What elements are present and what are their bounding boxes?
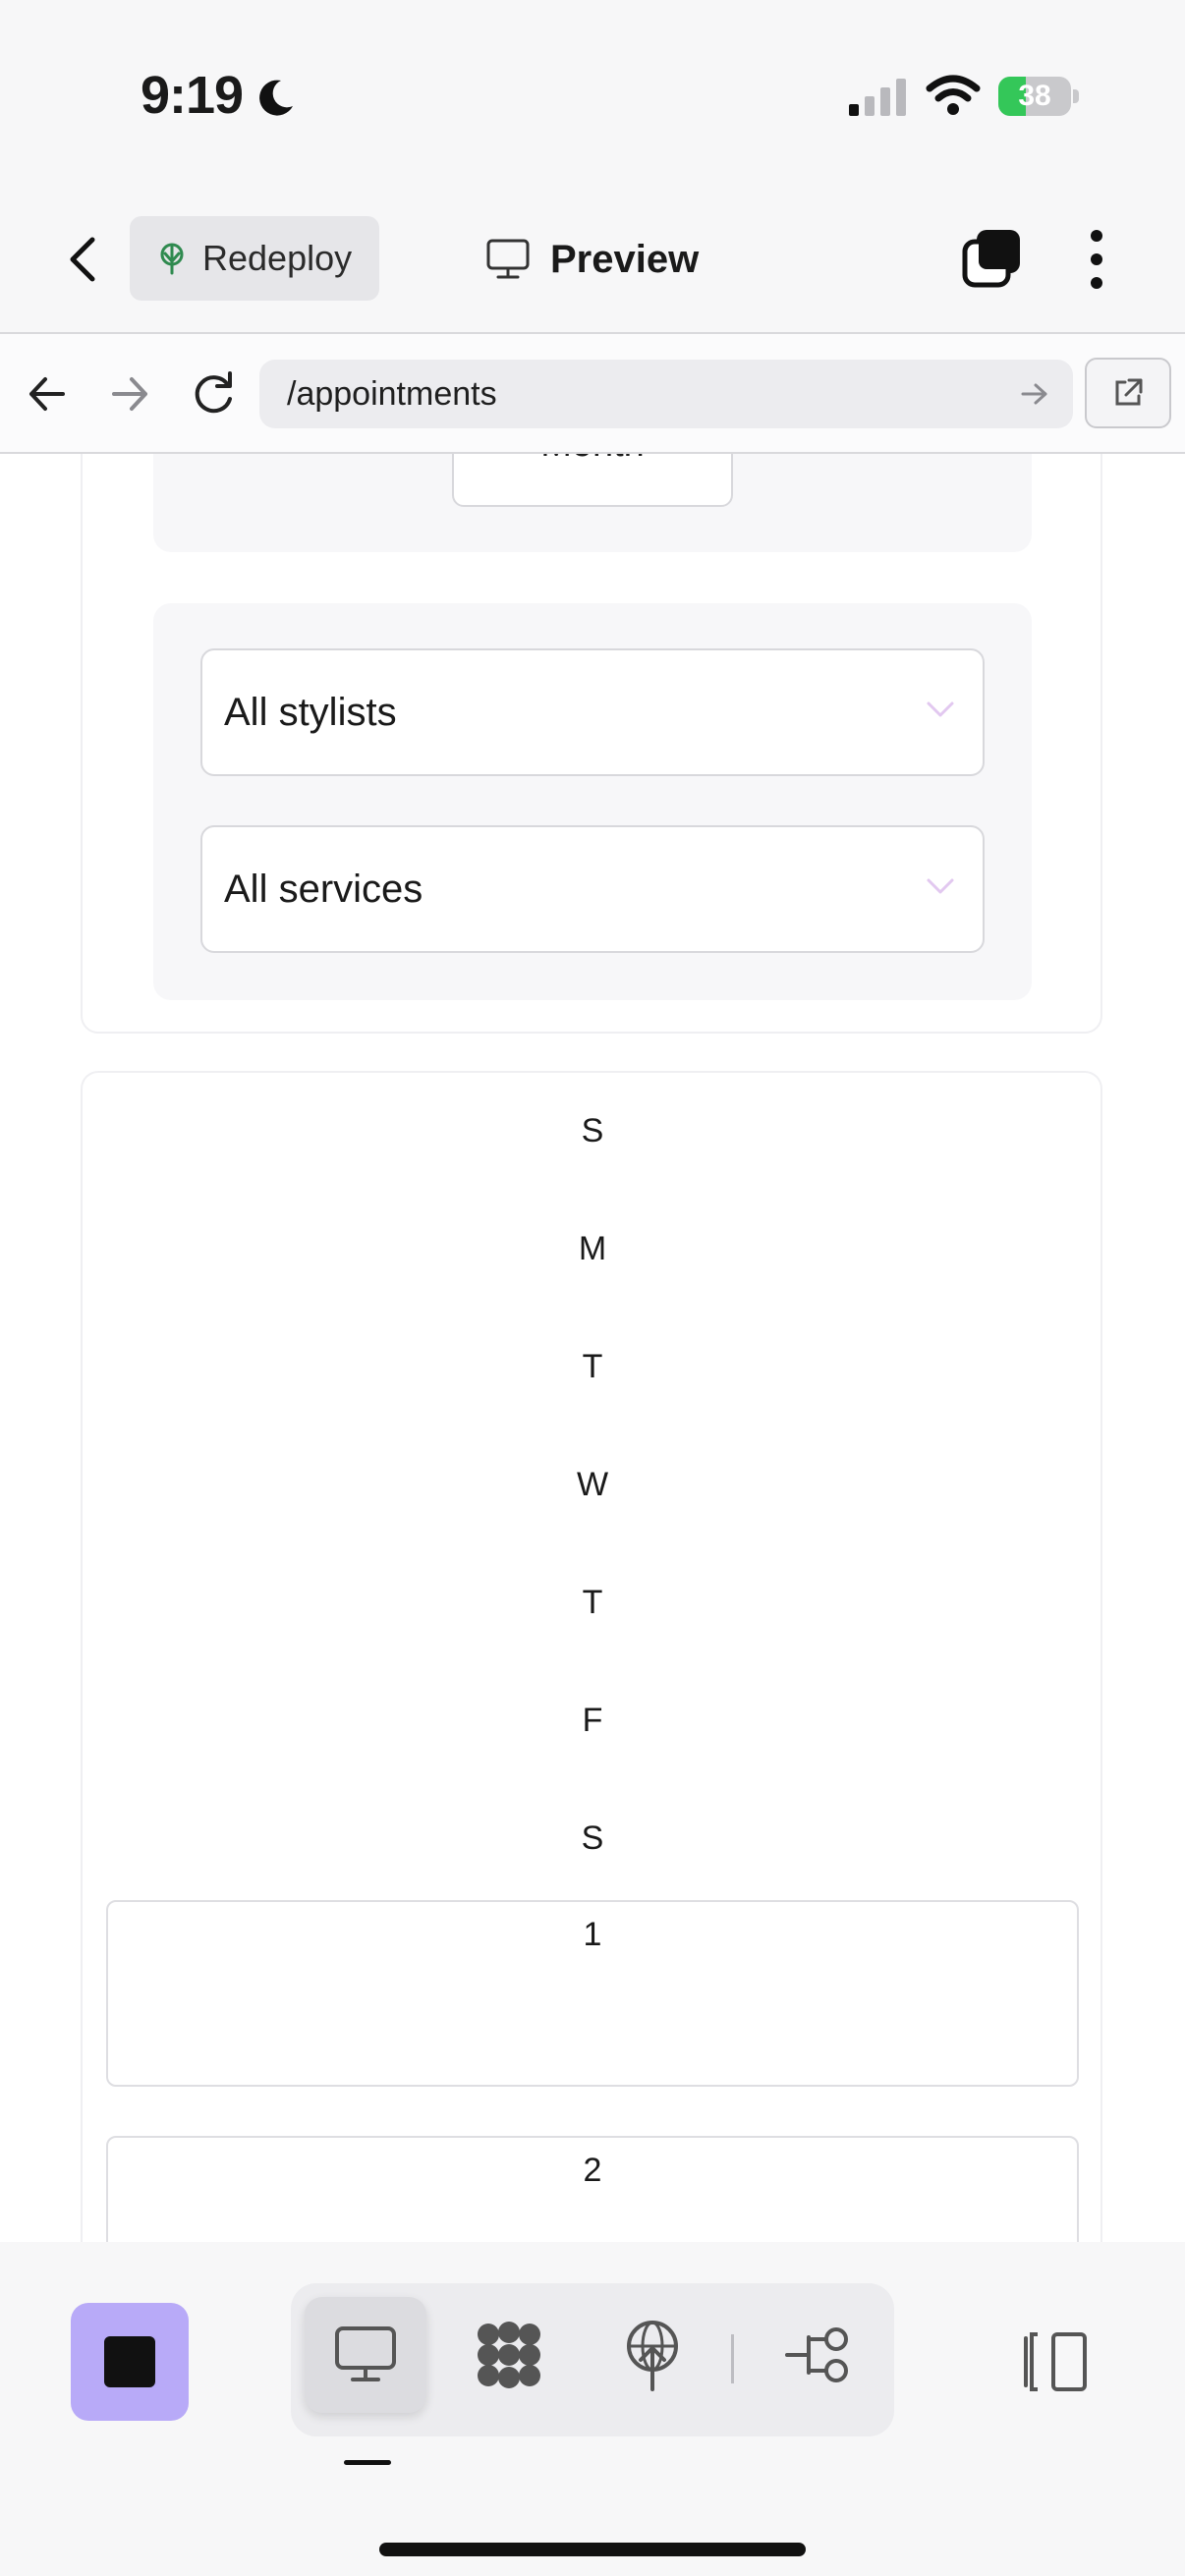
day-number: 1 xyxy=(583,1916,602,1953)
chevron-down-icon xyxy=(927,701,954,717)
arrow-left-icon[interactable] xyxy=(24,371,71,417)
redeploy-label: Redeploy xyxy=(202,238,353,278)
weekday-label: S xyxy=(581,1112,604,1149)
desktop-preview-button[interactable] xyxy=(305,2297,426,2413)
status-time: 9:19 xyxy=(141,66,244,125)
bottom-toolbar xyxy=(0,2242,1185,2576)
service-select[interactable]: All services xyxy=(200,825,985,953)
active-tab-indicator xyxy=(344,2460,391,2465)
page-title-label: Preview xyxy=(550,237,700,281)
preview-viewport[interactable]: Month All stylists All services S M T W … xyxy=(0,454,1185,2242)
day-number: 2 xyxy=(583,2152,602,2189)
page-title: Preview xyxy=(485,230,699,289)
more-vertical-icon[interactable] xyxy=(1077,228,1116,291)
url-input[interactable]: /appointments xyxy=(259,360,1073,428)
moon-icon xyxy=(259,80,293,116)
cellular-signal-icon xyxy=(849,79,906,116)
weekday-label: W xyxy=(576,1466,609,1503)
branch-button[interactable] xyxy=(757,2297,878,2413)
stop-button[interactable] xyxy=(71,2303,189,2421)
calendar-day-cell[interactable]: 2 xyxy=(106,2136,1079,2242)
open-external-button[interactable] xyxy=(1085,358,1171,428)
deploy-button[interactable] xyxy=(592,2297,713,2413)
top-navigation: Redeploy Preview xyxy=(0,187,1185,334)
weekday-label: T xyxy=(582,1348,603,1385)
open-external-icon xyxy=(1115,378,1143,406)
branch-flow-icon xyxy=(785,2327,848,2382)
home-indicator xyxy=(379,2543,806,2556)
desktop-preview-icon xyxy=(335,2326,396,2381)
battery-charging-icon: 38 xyxy=(998,77,1079,116)
side-panel-icon[interactable] xyxy=(1018,2330,1089,2393)
stack-windows-icon[interactable] xyxy=(961,228,1022,289)
components-button[interactable] xyxy=(448,2297,570,2413)
view-mode-value: Month xyxy=(540,454,645,466)
redeploy-button[interactable]: Redeploy xyxy=(130,216,379,301)
url-text: /appointments xyxy=(287,374,497,413)
stylist-select[interactable]: All stylists xyxy=(200,648,985,776)
monitor-icon xyxy=(486,239,530,279)
calendar-day-cell[interactable]: 1 xyxy=(106,1900,1079,2087)
toolbar-divider xyxy=(731,2334,734,2383)
arrow-right-icon[interactable] xyxy=(106,371,153,417)
weekday-label: S xyxy=(581,1820,604,1857)
service-select-value: All services xyxy=(224,867,423,911)
weekday-label: F xyxy=(582,1702,603,1739)
view-switcher xyxy=(291,2283,894,2436)
wifi-icon xyxy=(926,75,981,115)
go-arrow-icon[interactable] xyxy=(1020,381,1049,407)
stop-icon xyxy=(104,2336,155,2387)
stylist-select-value: All stylists xyxy=(224,690,397,734)
weekday-label: T xyxy=(582,1584,603,1621)
reload-icon[interactable] xyxy=(189,367,238,419)
browser-url-bar: /appointments xyxy=(0,334,1185,454)
weekday-label: M xyxy=(578,1230,607,1267)
view-mode-select[interactable]: Month xyxy=(452,454,733,507)
deploy-tree-icon xyxy=(160,243,184,275)
globe-deploy-icon xyxy=(627,2321,678,2391)
chevron-left-icon[interactable] xyxy=(61,234,106,285)
dots-cluster-icon xyxy=(478,2322,540,2388)
battery-percent: 38 xyxy=(1018,80,1051,112)
chevron-down-icon xyxy=(927,878,954,894)
status-bar: 9:19 38 xyxy=(0,0,1185,187)
